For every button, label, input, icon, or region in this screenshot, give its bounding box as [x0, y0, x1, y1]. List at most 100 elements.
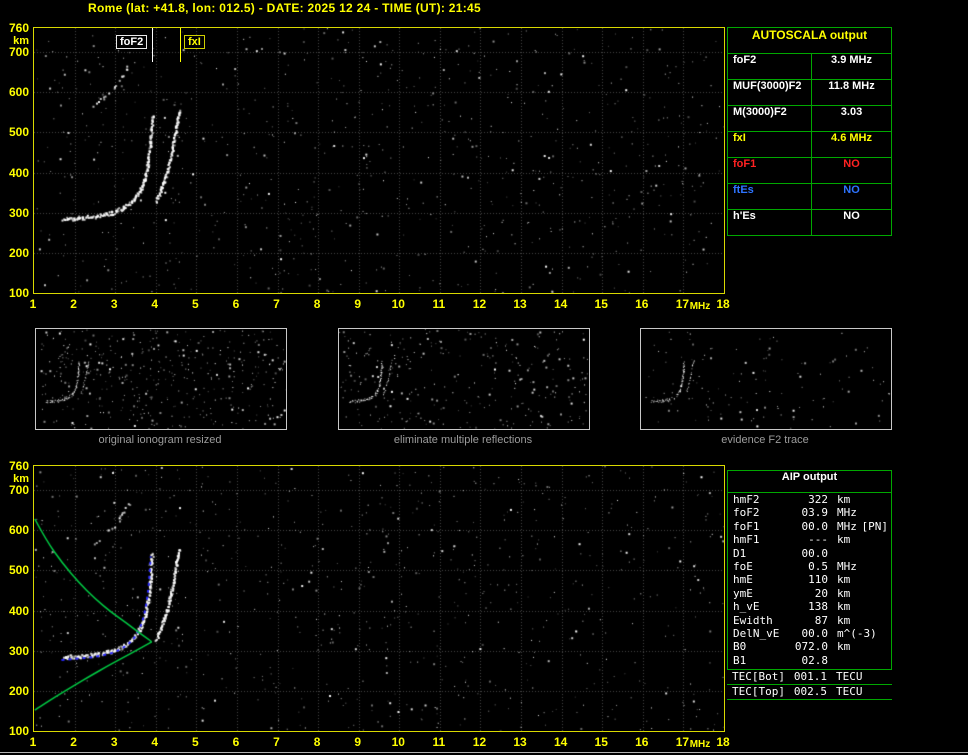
x-tick-11: 11: [432, 297, 446, 311]
ionogram-plot-top: foF2 fxI: [33, 27, 725, 294]
window-bottom-divider: [0, 752, 968, 753]
autoscala-rows: foF2 3.9 MHz MUF(3000)F2 11.8 MHz M(3000)F2 3…: [728, 54, 891, 235]
aip-unit: MHz: [837, 559, 857, 573]
aip-value: 110: [808, 573, 828, 587]
aip-header: AIP output: [728, 471, 891, 493]
autoscala-row-fxI: fxI 4.6 MHz: [728, 132, 891, 158]
x-tick-13: 13: [513, 297, 527, 311]
x-axis-unit-mhz: MHz: [689, 301, 711, 312]
aip-value: 03.9: [801, 506, 829, 520]
aip-unit: [828, 654, 891, 667]
ionogram-canvas-top: [34, 28, 724, 293]
autoscala-value: 3.03: [840, 106, 863, 118]
aip-param: hmF1: [733, 533, 760, 547]
x-tick-13: 13: [513, 735, 527, 749]
aip-row-foE: foE 0.5 MHz: [728, 560, 891, 573]
x-tick-12: 12: [472, 297, 487, 311]
aip-row-hmF1: hmF1 --- km: [728, 533, 891, 546]
y-tick-700: 700: [8, 483, 29, 498]
x-tick-7: 7: [273, 297, 280, 311]
aip-param: Ewidth: [733, 613, 773, 627]
x-tick-9: 9: [354, 297, 362, 311]
x-tick-16: 16: [635, 297, 649, 311]
aip-row-TEC[Top]: TEC[Top] 002.5 TECU: [727, 685, 892, 700]
aip-row-hmF2: hmF2 322 km: [728, 493, 891, 506]
aip-value: 00.0: [801, 626, 829, 640]
x-tick-8: 8: [313, 735, 321, 749]
x-tick-4: 4: [151, 735, 159, 749]
x-tick-14: 14: [553, 735, 568, 749]
thumb-eliminate-reflections: [338, 328, 590, 430]
aip-param: ymE: [733, 586, 753, 600]
autoscala-param: M(3000)F2: [728, 106, 812, 131]
x-tick-2: 2: [70, 297, 77, 311]
y-tick-500: 500: [8, 563, 29, 578]
x-tick-1: 1: [29, 297, 37, 311]
x-axis-unit-mhz: MHz: [689, 739, 711, 750]
aip-unit: km: [837, 640, 851, 654]
aip-row-B1: B1 02.8: [728, 654, 891, 667]
thumb-canvas-original: [36, 329, 286, 429]
x-tick-3: 3: [110, 735, 118, 749]
y-tick-500: 500: [8, 125, 29, 140]
aip-unit: MHz: [837, 506, 857, 520]
autoscala-value: NO: [843, 158, 860, 170]
aip-unit: m^(-3): [837, 626, 877, 640]
aip-rows: hmF2 322 km foF2 03.9 MHz foF1 00.0 MHz [PN] hmF1-…: [728, 493, 891, 667]
aip-output-panel: AIP output hmF2 322 km foF2 03.9 MHz foF1 00.0 M…: [727, 470, 892, 670]
aip-param: TEC[Bot]: [732, 670, 785, 683]
autoscala-output-panel: AUTOSCALA output foF2 3.9 MHz MUF(3000)F2 1…: [727, 27, 892, 236]
aip-unit: MHz [PN]: [828, 520, 891, 533]
aip-unit: km: [837, 613, 851, 627]
aip-unit: [828, 547, 891, 560]
aip-unit: km: [837, 493, 851, 506]
aip-param: foF2: [733, 506, 760, 520]
thumb-original-ionogram: [35, 328, 287, 430]
y-tick-760: 760: [8, 21, 29, 35]
y-tick-200: 200: [8, 683, 29, 698]
aip-param: foF1: [733, 519, 760, 533]
autoscala-param: h'Es: [728, 210, 812, 235]
x-tick-4: 4: [151, 297, 159, 311]
x-tick-10: 10: [391, 735, 405, 749]
fxi-marker-label: fxI: [184, 35, 205, 49]
aip-row-foF2: foF2 03.9 MHz: [728, 506, 891, 519]
autoscala-row-M(3000)F2: M(3000)F2 3.03: [728, 106, 891, 132]
autoscala-value: 4.6 MHz: [831, 132, 872, 144]
aip-unit: km: [837, 586, 851, 600]
aip-param: foE: [733, 559, 753, 573]
y-tick-760: 760: [8, 459, 29, 473]
x-tick-7: 7: [273, 735, 280, 749]
fxi-marker-line: [180, 28, 181, 62]
aip-unit: km: [837, 573, 851, 587]
x-tick-5: 5: [192, 297, 199, 311]
aip-unit: TECU: [836, 670, 863, 683]
aip-param: B1: [733, 653, 747, 667]
ionogram-plot-bottom: [33, 465, 725, 732]
autoscala-row-foF2: foF2 3.9 MHz: [728, 54, 891, 80]
y-tick-300: 300: [8, 643, 29, 658]
aip-param: DelN_vE: [733, 626, 780, 640]
aip-value: 20: [814, 586, 828, 600]
aip-value: 138: [808, 600, 828, 614]
autoscala-value: 3.9 MHz: [831, 54, 872, 66]
aip-row-D1: D1 00.0: [728, 547, 891, 560]
fof2-marker-label: foF2: [116, 35, 148, 49]
thumb-canvas-eliminate: [339, 329, 589, 429]
y-tick-200: 200: [8, 245, 29, 260]
x-tick-15: 15: [594, 735, 608, 749]
aip-value: 002.5: [793, 685, 827, 698]
aip-param: hmE: [733, 573, 753, 587]
aip-row-DelN_vE: DelN_vE 00.0 m^(-3): [728, 627, 891, 640]
autoscala-param: fxI: [728, 132, 812, 157]
aip-unit: km: [837, 533, 851, 547]
ionogram-canvas-bottom: [34, 466, 724, 731]
x-tick-11: 11: [432, 735, 446, 749]
y-tick-400: 400: [8, 603, 29, 618]
aip-unit: km: [837, 600, 851, 614]
autoscala-value: NO: [843, 184, 860, 196]
aip-param: B0: [733, 640, 747, 654]
thumb-caption-evidence: evidence F2 trace: [721, 434, 809, 446]
thumb-caption-eliminate: eliminate multiple reflections: [393, 434, 533, 446]
x-tick-16: 16: [635, 735, 649, 749]
